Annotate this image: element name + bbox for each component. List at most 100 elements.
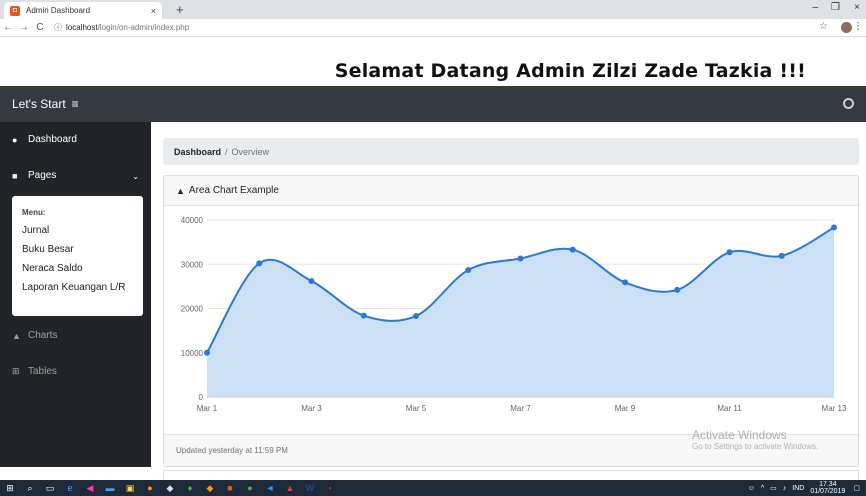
chevron-up-icon[interactable]: ^ bbox=[761, 485, 764, 492]
app-icon[interactable]: ◀ bbox=[80, 483, 100, 494]
pdf-reader-icon[interactable]: ▲ bbox=[280, 483, 300, 493]
data-point bbox=[622, 279, 628, 286]
area-chart-icon: ▲ bbox=[12, 330, 21, 341]
area-fill bbox=[207, 227, 834, 397]
x-tick-label: Mar 9 bbox=[615, 404, 636, 413]
minimize-button[interactable]: – bbox=[812, 2, 818, 13]
x-tick-label: Mar 5 bbox=[406, 404, 427, 413]
dropdown-link-laporan-keuangan[interactable]: Laporan Keuangan L/R bbox=[22, 282, 133, 293]
next-card bbox=[163, 470, 859, 480]
card-footer-text: Updated yesterday at 11:59 PM bbox=[176, 446, 288, 455]
activate-windows-watermark: Activate Windows Go to Settings to activ… bbox=[692, 428, 818, 451]
search-icon[interactable]: ⌕ bbox=[20, 483, 40, 494]
app-icon[interactable]: ◆ bbox=[160, 483, 180, 494]
user-circle-icon[interactable] bbox=[843, 98, 854, 109]
profile-avatar[interactable] bbox=[841, 22, 852, 33]
file-explorer-icon[interactable]: ▬ bbox=[100, 483, 120, 493]
forward-arrow-icon[interactable]: → bbox=[16, 22, 32, 33]
back-arrow-icon[interactable]: ← bbox=[0, 22, 16, 33]
firefox-icon[interactable]: ● bbox=[140, 483, 160, 493]
window-close-button[interactable]: × bbox=[854, 2, 860, 13]
chrome-icon[interactable]: ● bbox=[240, 483, 260, 493]
sidebar-item-pages[interactable]: ■ Pages bbox=[12, 170, 56, 181]
sidebar: ● Dashboard ■ Pages ⌄ Menu: Jurnal Buku … bbox=[0, 122, 151, 467]
browser-menu-icon[interactable]: ⋮ bbox=[853, 21, 863, 32]
browser-tab-bar: ◘ Admin Dashboard × + – ❐ × bbox=[0, 0, 866, 19]
vscode-icon[interactable]: ◄ bbox=[260, 483, 280, 493]
info-icon[interactable]: ⓘ bbox=[54, 22, 62, 33]
x-tick-label: Mar 11 bbox=[717, 404, 742, 413]
x-tick-label: Mar 13 bbox=[822, 404, 847, 413]
y-tick-label: 10000 bbox=[181, 349, 204, 358]
data-point bbox=[204, 349, 210, 356]
reload-icon[interactable]: C bbox=[32, 22, 48, 33]
data-point bbox=[831, 224, 837, 231]
chevron-down-icon[interactable]: ⌄ bbox=[132, 172, 139, 181]
tab-title: Admin Dashboard bbox=[26, 6, 91, 15]
url-host: localhost bbox=[66, 23, 98, 32]
y-tick-label: 20000 bbox=[181, 305, 204, 314]
x-tick-label: Mar 7 bbox=[510, 404, 531, 413]
watermark-line-1: Activate Windows bbox=[692, 428, 787, 442]
address-bar: ← → C ⓘ localhost /login/on-admin/index.… bbox=[0, 19, 866, 37]
area-chart: 0 10000 20000 30000 40000 Mar 1 Mar 3 Mar 5 Mar … bbox=[181, 216, 847, 413]
chart-container: 0 10000 20000 30000 40000 Mar 1 Mar 3 Mar 5 Mar … bbox=[164, 206, 858, 431]
notifications-icon[interactable]: ▢ bbox=[853, 484, 860, 492]
sidebar-item-label: Dashboard bbox=[28, 134, 77, 145]
sidebar-item-charts[interactable]: ▲ Charts bbox=[12, 330, 57, 341]
url-path: /login/on-admin/index.php bbox=[97, 23, 190, 32]
clock[interactable]: 17.34 01/07/2019 bbox=[810, 481, 845, 495]
breadcrumb-separator: / bbox=[225, 146, 228, 157]
dropdown-link-buku-besar[interactable]: Buku Besar bbox=[22, 244, 133, 255]
restore-button[interactable]: ❐ bbox=[831, 2, 840, 13]
breadcrumb-dashboard-link[interactable]: Dashboard bbox=[174, 147, 221, 157]
x-tick-label: Mar 3 bbox=[301, 404, 322, 413]
tachometer-icon: ● bbox=[12, 134, 18, 145]
xampp-icon[interactable]: ■ bbox=[220, 483, 240, 493]
clock-date: 01/07/2019 bbox=[810, 488, 846, 495]
data-point bbox=[517, 255, 524, 262]
app-favicon-icon: ◘ bbox=[10, 5, 20, 16]
language-indicator[interactable]: IND bbox=[792, 485, 804, 492]
data-point bbox=[413, 313, 419, 320]
menu-toggle-icon[interactable]: ≡ bbox=[72, 97, 79, 111]
dropdown-link-neraca-saldo[interactable]: Neraca Saldo bbox=[22, 263, 133, 274]
battery-icon[interactable]: ▭ bbox=[770, 484, 777, 492]
people-icon[interactable]: ☺ bbox=[748, 485, 755, 492]
sidebar-item-label: Charts bbox=[28, 330, 58, 341]
app-icon[interactable]: ▪ bbox=[320, 483, 340, 493]
x-tick-label: Mar 1 bbox=[197, 404, 218, 413]
navbar-brand[interactable]: Let's Start bbox=[12, 97, 66, 111]
windows-start-icon[interactable]: ⊞ bbox=[0, 483, 20, 494]
browser-tab[interactable]: ◘ Admin Dashboard × bbox=[4, 2, 162, 19]
tab-close-button[interactable]: × bbox=[151, 6, 156, 16]
pages-dropdown-menu: Menu: Jurnal Buku Besar Neraca Saldo Lap… bbox=[12, 196, 143, 316]
task-view-icon[interactable]: ▭ bbox=[40, 483, 60, 494]
app-icon[interactable]: ◆ bbox=[200, 483, 220, 494]
word-icon[interactable]: W bbox=[300, 483, 320, 493]
dropdown-link-jurnal[interactable]: Jurnal bbox=[22, 225, 133, 236]
sidebar-item-tables[interactable]: ⊞ Tables bbox=[12, 366, 57, 377]
app-icon[interactable]: ♦ bbox=[180, 483, 200, 493]
url-field[interactable]: ⓘ localhost /login/on-admin/index.php bbox=[54, 22, 189, 33]
table-icon: ⊞ bbox=[12, 366, 20, 376]
sidebar-item-label: Tables bbox=[28, 366, 57, 377]
store-icon[interactable]: ▣ bbox=[120, 483, 140, 494]
bookmark-star-icon[interactable]: ☆ bbox=[819, 21, 828, 32]
data-point bbox=[569, 246, 576, 253]
dropdown-header: Menu: bbox=[22, 208, 46, 217]
data-point bbox=[465, 267, 472, 274]
watermark-line-2: Go to Settings to activate Windows. bbox=[692, 442, 819, 451]
system-tray: ☺ ^ ▭ ♪ IND 17.34 01/07/2019 ▢ bbox=[748, 480, 866, 496]
sidebar-item-dashboard[interactable]: ● Dashboard bbox=[12, 134, 77, 145]
welcome-heading: Selamat Datang Admin Zilzi Zade Tazkia !… bbox=[334, 60, 806, 82]
data-point bbox=[256, 260, 263, 267]
top-navbar: Let's Start ≡ bbox=[0, 86, 866, 122]
card-title: Area Chart Example bbox=[188, 185, 279, 196]
y-tick-label: 40000 bbox=[181, 216, 204, 225]
breadcrumb: Dashboard / Overview bbox=[163, 138, 859, 165]
edge-browser-icon[interactable]: e bbox=[60, 483, 80, 493]
volume-icon[interactable]: ♪ bbox=[783, 485, 787, 492]
area-chart-icon: ▲ bbox=[176, 185, 185, 196]
new-tab-button[interactable]: + bbox=[176, 2, 184, 17]
